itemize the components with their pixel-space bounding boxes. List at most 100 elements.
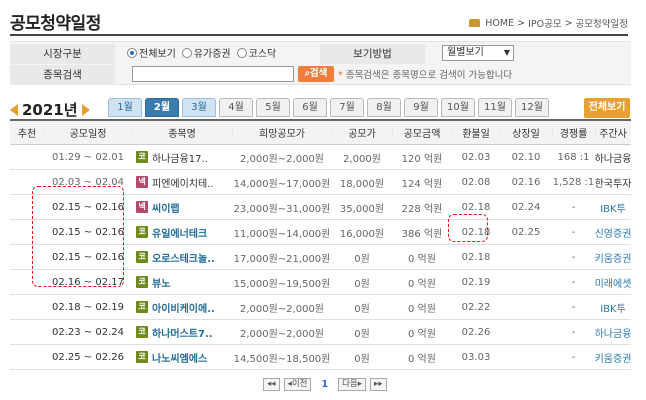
rec-cell [10, 145, 44, 169]
company-name-link[interactable]: 뷰노 [152, 275, 170, 290]
price-cell: 0원 [354, 253, 370, 265]
refund-cell: 02.03 [461, 151, 491, 163]
search-panel: 시장구분 전체보기 유가증권 코스닥 보기방법 월별보기 ▼ 종목검색 ⌕검색 … [10, 41, 631, 85]
breadcrumb-home[interactable]: HOME [485, 18, 514, 29]
listing-cell: 02.10 [511, 151, 541, 163]
column-header: 경쟁률 [552, 121, 595, 144]
tab-month-12[interactable]: 12월 [515, 98, 549, 117]
hope-cell: 2,000원~2,000원 [239, 303, 325, 315]
tab-month-9[interactable]: 9월 [404, 98, 438, 117]
tab-month-4[interactable]: 4월 [219, 98, 253, 117]
company-name-link[interactable]: 오로스테크놀.. [152, 250, 215, 265]
company-name-link[interactable]: 나노씨엠에스 [152, 350, 207, 365]
underwriter-cell: 하나금융 [595, 153, 631, 165]
column-header: 상장일 [500, 121, 552, 144]
next-year-arrow-icon[interactable] [81, 103, 90, 116]
listing-cell: 02.24 [511, 201, 541, 213]
tab-month-1[interactable]: 1월 [108, 98, 142, 117]
schedule-cell: 01.29 ~ 02.01 [52, 151, 124, 163]
search-button-label: 검색 [309, 68, 328, 79]
amount-cell: 0 억원 [408, 303, 436, 315]
page-number-current[interactable]: 1 [321, 379, 328, 390]
first-page-button[interactable]: ◂◂ [263, 378, 280, 391]
chevron-down-icon: ▼ [503, 48, 510, 57]
market-radio-group: 전체보기 유가증권 코스닥 [127, 45, 276, 60]
market-badge: 코 [136, 251, 148, 263]
company-name-link[interactable]: 하나머스트7.. [152, 325, 213, 340]
table-row[interactable]: 02.18 ~ 02.19 코 아이비케이에.. 2,000원~2,000원 0원 0 억… [10, 295, 631, 320]
tab-month-10[interactable]: 10월 [441, 98, 475, 117]
hope-cell: 14,500원~18,500원 [233, 353, 331, 365]
listing-cell: 02.25 [511, 226, 541, 238]
search-button[interactable]: ⌕검색 [298, 66, 334, 82]
last-page-button[interactable]: ▸▸ [370, 378, 387, 391]
company-cell: 코 나노씨엠에스 [132, 345, 232, 369]
market-label: 시장구분 [10, 44, 115, 64]
column-header: 공모금액 [392, 121, 452, 144]
view-method-label: 보기방법 [320, 44, 425, 64]
view-all-button[interactable]: 전체보기 [584, 98, 630, 118]
company-name-link[interactable]: 하나금융17.. [152, 150, 208, 165]
market-radio-kosdaq[interactable]: 코스닥 [236, 45, 276, 60]
refund-cell: 02.18 [461, 251, 491, 263]
tab-month-3[interactable]: 3월 [182, 98, 216, 117]
ipo-table: 추천공모일정종목명희망공모가공모가공모금액환불일상장일경쟁률주간사 01.29 ~… [10, 119, 631, 370]
breadcrumb-separator: > [564, 17, 573, 29]
tab-month-11[interactable]: 11월 [478, 98, 512, 117]
tab-month-6[interactable]: 6월 [293, 98, 327, 117]
prev-page-button[interactable]: ◂이전 [283, 378, 312, 391]
hint-star: * [338, 70, 343, 81]
tab-month-8[interactable]: 8월 [367, 98, 401, 117]
table-row[interactable]: 02.25 ~ 02.26 코 나노씨엠에스 14,500원~18,500원 0원 0 억… [10, 345, 631, 370]
price-cell: 0원 [354, 278, 370, 290]
breadcrumb-current: 공모청약일정 [575, 19, 628, 30]
prev-year-arrow-icon[interactable] [10, 103, 18, 116]
company-cell: 코 유일에너테크 [132, 220, 232, 244]
market-radio-all[interactable]: 전체보기 [127, 45, 176, 60]
search-hint: * 종목검색은 종목명으로 검색이 가능합니다 [338, 67, 512, 81]
company-name-link[interactable]: 아이비케이에.. [152, 300, 215, 315]
radio-icon [236, 47, 247, 58]
annotation-dashed-box [448, 214, 488, 242]
ratio-cell: - [571, 276, 576, 288]
market-badge: 코 [136, 351, 148, 363]
underwriter-cell: 미래에셋 [595, 278, 631, 290]
price-cell: 0원 [354, 353, 370, 365]
tab-month-7[interactable]: 7월 [330, 98, 364, 117]
hope-cell: 2,000원~2,000원 [239, 153, 325, 165]
price-cell: 0원 [354, 328, 370, 340]
table-row[interactable]: 02.23 ~ 02.24 코 하나머스트7.. 2,000원~2,000원 0원 0 억… [10, 320, 631, 345]
company-cell: 코 아이비케이에.. [132, 295, 232, 319]
title-divider [10, 34, 628, 36]
price-cell: 18,000원 [339, 178, 385, 190]
tab-month-2[interactable]: 2월 [145, 98, 179, 117]
company-cell: 넥 피엔에이치테.. [132, 170, 232, 194]
amount-cell: 0 억원 [408, 253, 436, 265]
hope-cell: 2,000원~2,000원 [239, 328, 325, 340]
market-badge: 코 [136, 226, 148, 238]
home-icon [469, 19, 481, 27]
radio-icon [181, 47, 192, 58]
company-name-link[interactable]: 피엔에이치테.. [152, 175, 214, 190]
refund-cell: 02.19 [461, 276, 491, 288]
table-header: 추천 공모일정종목명희망공모가공모가공모금액환불일상장일경쟁률주간사 [10, 121, 631, 145]
amount-cell: 228 억원 [401, 203, 443, 215]
name-search-input[interactable] [132, 66, 294, 82]
next-page-button[interactable]: 다음▸ [338, 378, 367, 391]
underwriter-cell: 키움증권 [595, 253, 631, 265]
company-name-link[interactable]: 씨이랩 [152, 200, 180, 215]
price-cell: 2,000원 [343, 153, 381, 165]
tab-month-5[interactable]: 5월 [256, 98, 290, 117]
table-row[interactable]: 01.29 ~ 02.01 코 하나금융17.. 2,000원~2,000원 2,000… [10, 145, 631, 170]
radio-label: 유가증권 [193, 49, 231, 60]
column-header: 종목명 [132, 121, 232, 144]
market-radio-kospi[interactable]: 유가증권 [181, 45, 231, 60]
company-cell: 코 오로스테크놀.. [132, 245, 232, 269]
column-header: 공모일정 [44, 121, 132, 144]
rec-cell [10, 345, 44, 369]
company-name-link[interactable]: 유일에너테크 [152, 225, 207, 240]
listing-cell [500, 295, 552, 319]
view-method-select[interactable]: 월별보기 ▼ [442, 45, 514, 61]
company-cell: 넥 씨이랩 [132, 195, 232, 219]
breadcrumb-ipo[interactable]: IPO공모 [528, 16, 562, 30]
